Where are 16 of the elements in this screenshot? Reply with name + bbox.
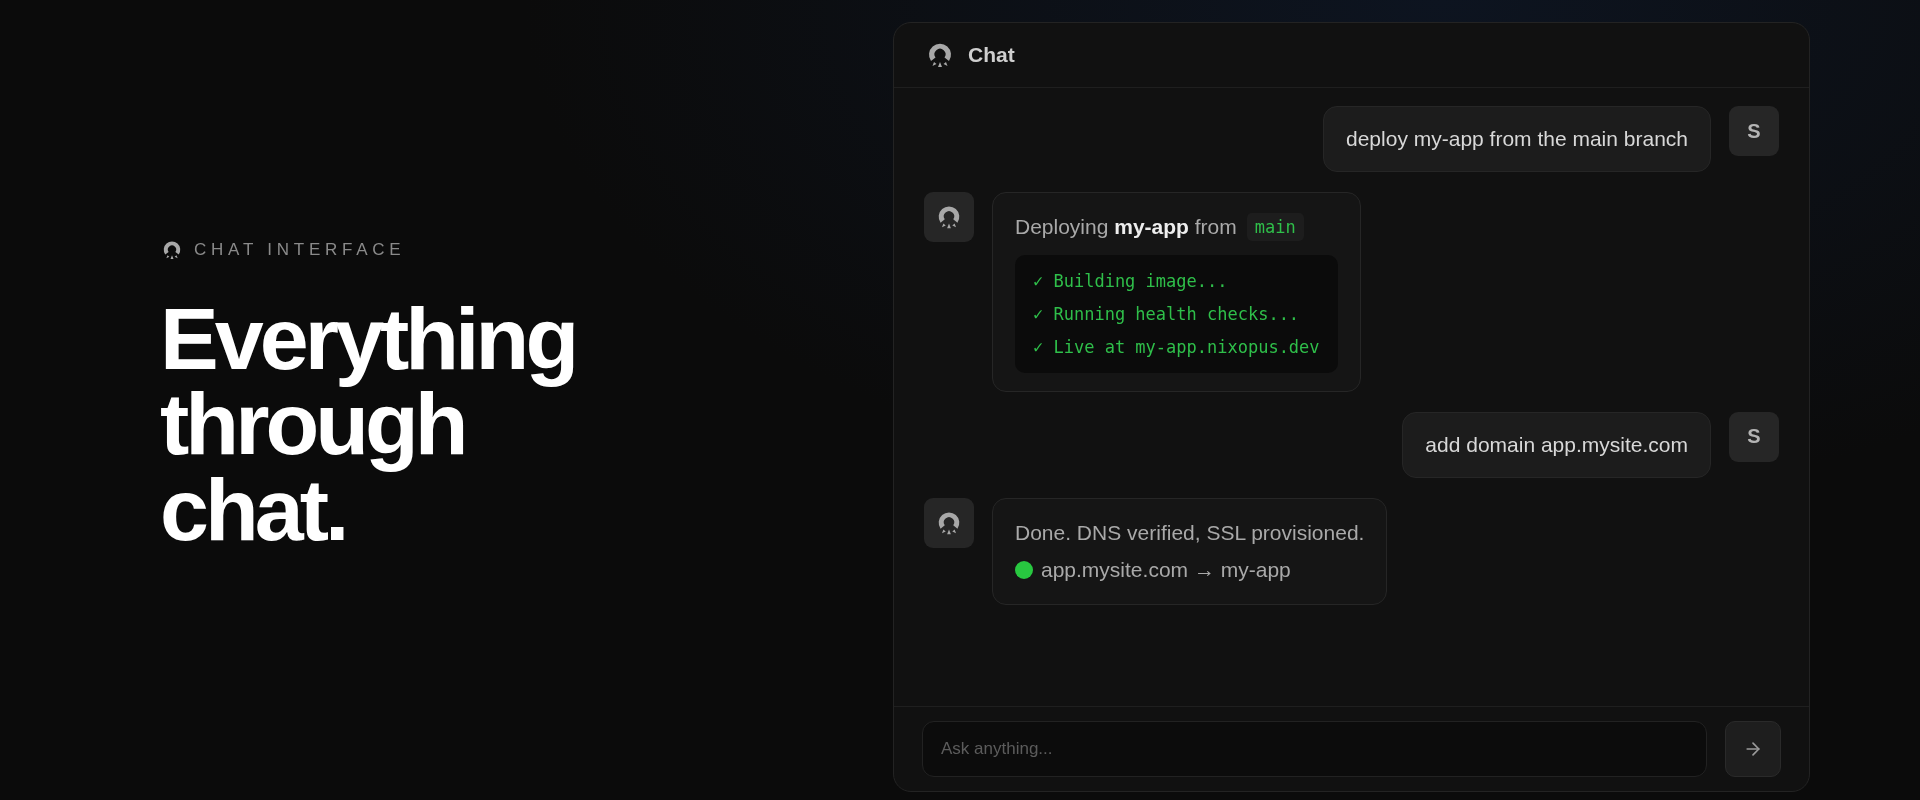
user-avatar: S [1729,411,1779,462]
message-text: Done. DNS verified, SSL provisioned. [1015,519,1365,546]
chat-title: Chat [968,43,1015,67]
chat-input[interactable]: Ask anything... [922,721,1707,777]
branch-name: main [1246,212,1304,241]
terminal-line: ✓ Live at my-app.nixopus.dev [1033,336,1320,357]
user-message: add domain app.mysite.com [1402,411,1711,478]
eyebrow-label: CHAT INTERFACE [194,240,406,260]
send-button[interactable] [1725,721,1781,777]
terminal-line: ✓ Building image... [1033,270,1229,291]
headline: Everything through chat. [160,296,577,553]
user-avatar: S [1729,106,1779,156]
domain-mapping: app.mysite.com → my-app [1041,557,1291,583]
terminal-line: ✓ Running health checks... [1033,303,1301,324]
user-message: deploy my-app from the main branch [1323,106,1711,172]
message-text: Deploying my-app from [1015,214,1237,240]
